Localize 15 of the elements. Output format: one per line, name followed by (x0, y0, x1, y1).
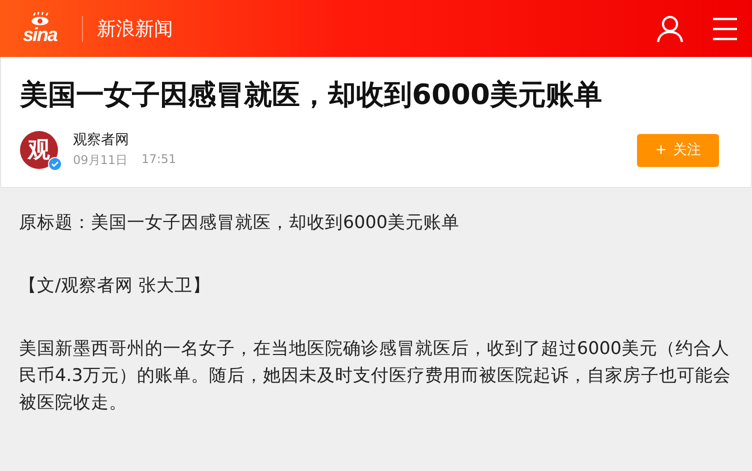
user-icon (656, 14, 684, 42)
user-button[interactable] (656, 14, 684, 42)
follow-button[interactable]: + 关注 (637, 134, 719, 166)
headline: 美国一女子因感冒就医，却收到6000美元账单 (20, 77, 603, 113)
avatar-text: 观 (28, 137, 50, 165)
publish-time: 17:51 (142, 152, 176, 168)
author-name: 观察者网 (73, 131, 130, 149)
logo-text: sina (22, 26, 58, 45)
menu-icon (712, 16, 738, 40)
app-title: 新浪新闻 (97, 16, 174, 42)
paragraph: 【文/观察者网 张大卫】 (19, 275, 212, 298)
paragraph: 美国新墨西哥州的一名女子，在当地医院确诊感冒就医后，收到了超过6000美元（约合人民币4.3万元）的账单。随后，她因未及时支付医疗费用而被医院起诉，自家房子也可能会被医院收走。 (19, 338, 732, 415)
publish-date: 09月11日 (73, 152, 128, 169)
paragraph: 原标题：美国一女子因感冒就医，却收到6000美元账单 (19, 212, 461, 235)
menu-button[interactable] (712, 16, 738, 40)
